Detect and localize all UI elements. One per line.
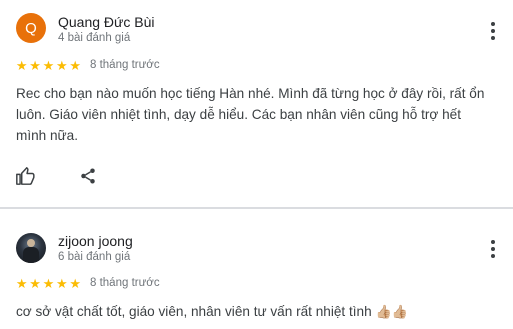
reviewer-name[interactable]: Quang Đức Bùi [58,14,155,30]
reviewer-name[interactable]: zijoon joong [58,233,133,249]
review-text: cơ sở vật chất tốt, giáo viên, nhân viên… [16,301,486,322]
star-icon: ★ [69,276,82,291]
star-icon: ★ [42,276,55,291]
review-text-line: mình nữa. [16,128,78,143]
review-card: Q Quang Đức Bùi 4 bài đánh giá ★ ★ ★ ★ ★… [0,0,513,208]
review-text-line: Rec cho bạn nào muốn học tiếng Hàn nhé. … [16,86,485,101]
review-divider [0,207,513,209]
thumb-up-icon [16,167,35,185]
review-count: 6 bài đánh giá [58,251,131,263]
thumbs-up-emoji: 👍🏼👍🏼 [375,304,408,319]
review-card: zijoon joong 6 bài đánh giá ★ ★ ★ ★ ★ 8 … [0,210,513,329]
star-icon: ★ [69,58,82,73]
star-icon: ★ [15,58,28,73]
review-text-line: cơ sở vật chất tốt, giáo viên, nhân viên… [16,304,372,319]
star-rating: ★ ★ ★ ★ ★ [15,277,82,290]
star-icon: ★ [15,276,28,291]
star-icon: ★ [56,58,68,73]
star-icon: ★ [42,58,55,73]
more-options-button[interactable] [486,240,500,258]
star-icon: ★ [29,276,41,291]
review-count: 4 bài đánh giá [58,32,131,44]
more-vert-icon [491,22,495,26]
avatar-photo [27,239,35,247]
like-button[interactable] [14,166,36,186]
more-options-button[interactable] [486,22,500,40]
star-icon: ★ [56,276,68,291]
share-icon [81,168,95,184]
review-time: 8 tháng trước [90,59,160,71]
share-button[interactable] [78,166,98,186]
star-icon: ★ [29,58,41,73]
avatar[interactable]: Q [16,13,46,43]
review-time: 8 tháng trước [90,277,160,289]
review-text: Rec cho bạn nào muốn học tiếng Hàn nhé. … [16,83,486,146]
avatar[interactable] [16,233,46,263]
more-vert-icon [491,240,495,244]
review-text-line: luôn. Giáo viên nhiệt tình, dạy dễ hiểu.… [16,107,461,122]
star-rating: ★ ★ ★ ★ ★ [15,59,82,72]
